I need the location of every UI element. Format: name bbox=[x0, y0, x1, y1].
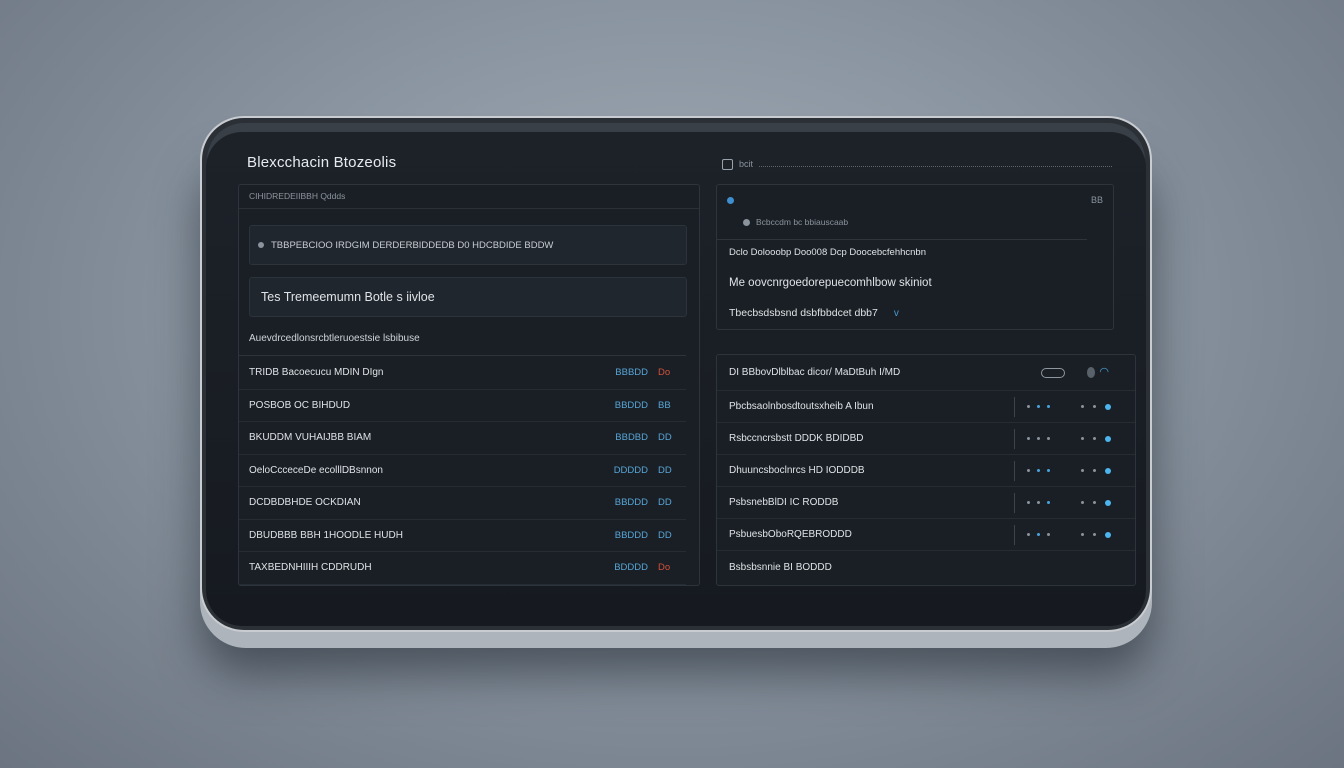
info-badge[interactable]: BB bbox=[1091, 195, 1103, 205]
row-controls[interactable] bbox=[1014, 396, 1111, 417]
tx-name: TAXBEDNHIIIH CDDRUDH bbox=[249, 562, 372, 574]
tx-code: DD bbox=[658, 497, 672, 509]
header-right-text: bcit bbox=[739, 159, 754, 169]
blue-dot-icon bbox=[727, 196, 734, 204]
search-text: TBBPEBCIOO IRDGIM DERDERBIDDEDB D0 HDCBD… bbox=[271, 239, 554, 251]
row-controls[interactable] bbox=[1014, 524, 1111, 545]
info-line-3: Tbecbsdsbsnd dsbfbbdcet dbb7 v bbox=[729, 307, 899, 319]
divider bbox=[1014, 396, 1015, 417]
transaction-input-value: Tes Tremeemumn Botle s iivloe bbox=[261, 290, 435, 304]
node-name: PsbuesbOboRQEBRODDD bbox=[729, 529, 852, 540]
tx-amount: BBDDD bbox=[614, 497, 648, 509]
table-row[interactable]: TRIDB Bacoecucu MDIN DIgn BBBDD Do bbox=[239, 357, 686, 390]
app-screen: Blexcchacin Btozeolis bcit CIHIDREDEIIBB… bbox=[206, 132, 1146, 626]
status-dots-icon bbox=[1027, 437, 1063, 440]
header-right[interactable]: bcit bbox=[722, 158, 1112, 170]
toggle-icon[interactable]: ◠ bbox=[1087, 367, 1109, 379]
info-line-1: Dclo Dolooobp Doo008 Dcp Doocebcfehhcnbn bbox=[729, 247, 926, 258]
node-name: PsbsnebBlDI IC RODDB bbox=[729, 497, 839, 508]
row-controls[interactable] bbox=[1014, 428, 1111, 449]
node-name: Bsbsbsnnie BI BODDD bbox=[729, 561, 832, 573]
status-dots-icon bbox=[1027, 501, 1063, 504]
table-row[interactable]: BKUDDM VUHAIJBB BIAM BBDBD DD bbox=[239, 422, 686, 455]
list-divider bbox=[239, 355, 686, 356]
table-row[interactable]: DBUDBBB BBH 1HOODLE HUDH BBDDD DD bbox=[239, 520, 686, 552]
list-item[interactable]: Rsbccncrsbstt DDDK BDIDBD bbox=[717, 423, 1135, 455]
table-row[interactable]: TAXBEDNHIIIH CDDRUDH BDDDD Do bbox=[239, 552, 686, 585]
tx-name: TRIDB Bacoecucu MDIN DIgn bbox=[249, 367, 384, 379]
list-item[interactable]: Bsbsbsnnie BI BODDD bbox=[717, 551, 1135, 583]
status-indicator bbox=[1081, 403, 1111, 410]
divider bbox=[1014, 524, 1015, 545]
list-item[interactable]: Pbcbsaolnbosdtoutsxheib A Ibun bbox=[717, 391, 1135, 423]
tx-code: DD bbox=[658, 432, 672, 444]
transaction-input[interactable]: Tes Tremeemumn Botle s iivloe bbox=[249, 277, 687, 317]
info-panel-top: BB bbox=[727, 195, 1103, 205]
link-icon[interactable] bbox=[1041, 367, 1065, 378]
section-label: Auevdrcedlonsrcbtleruoestsie lsbibuse bbox=[249, 333, 420, 344]
row-controls[interactable] bbox=[1014, 492, 1111, 513]
app-title: Blexcchacin Btozeolis bbox=[247, 154, 397, 171]
status-indicator bbox=[1081, 499, 1111, 506]
info-divider bbox=[717, 239, 1087, 240]
tx-amount: BBDBD bbox=[615, 432, 648, 444]
tx-name: DBUDBBB BBH 1HOODLE HUDH bbox=[249, 529, 403, 541]
info-line-2: Me oovcnrgoedorepuecomhlbow skiniot bbox=[729, 277, 932, 289]
info-panel: BB Bcbccdm bc bbiauscaab Dclo Dolooobp D… bbox=[716, 184, 1114, 330]
info-subtitle-text: Bcbccdm bc bbiauscaab bbox=[756, 217, 849, 227]
dot-icon bbox=[743, 218, 750, 226]
header-divider bbox=[759, 161, 1112, 167]
node-header-icons: ◠ bbox=[1041, 367, 1109, 379]
tx-amount: BDDDD bbox=[614, 562, 648, 574]
tx-name: POSBOB OC BIHDUD bbox=[249, 399, 351, 411]
node-panel: DI BBbovDlblbac dicor/ MaDtBuh I/MD ◠ Pb… bbox=[716, 354, 1136, 586]
list-item[interactable]: PsbsnebBlDI IC RODDB bbox=[717, 487, 1135, 519]
tx-code: DD bbox=[658, 529, 672, 541]
transactions-panel: CIHIDREDEIIBBH Qddds TBBPEBCIOO IRDGIM D… bbox=[238, 184, 700, 586]
divider bbox=[1014, 460, 1015, 481]
info-subtitle: Bcbccdm bc bbiauscaab bbox=[743, 217, 848, 227]
tx-code: Do bbox=[658, 367, 671, 379]
toggle-knob bbox=[1087, 367, 1096, 378]
table-row[interactable]: POSBOB OC BIHDUD BBDDD BB bbox=[239, 390, 686, 422]
status-dots-icon bbox=[1027, 405, 1063, 408]
tx-code: BB bbox=[658, 399, 671, 411]
search-input[interactable]: TBBPEBCIOO IRDGIM DERDERBIDDEDB D0 HDCBD… bbox=[249, 225, 687, 265]
tx-code: Do bbox=[658, 562, 671, 574]
tx-name: DCDBDBHDE OCKDIAN bbox=[249, 497, 361, 509]
chevron-down-icon[interactable]: v bbox=[894, 308, 899, 319]
row-controls[interactable] bbox=[1014, 460, 1111, 481]
divider bbox=[1014, 492, 1015, 513]
status-indicator bbox=[1081, 467, 1111, 474]
status-indicator bbox=[1081, 435, 1111, 442]
table-row[interactable]: OeloCcceceDe ecolllDBsnnon DDDDD DD bbox=[239, 455, 686, 487]
node-header-label: DI BBbovDlblbac dicor/ MaDtBuh I/MD bbox=[729, 367, 901, 378]
list-item[interactable]: Dhuuncsboclnrcs HD IODDDB bbox=[717, 455, 1135, 487]
tx-amount: BBDDD bbox=[614, 529, 648, 541]
square-icon[interactable] bbox=[722, 158, 733, 170]
list-item[interactable]: PsbuesbOboRQEBRODDD bbox=[717, 519, 1135, 551]
divider bbox=[1014, 428, 1015, 449]
table-row[interactable]: DCDBDBHDE OCKDIAN BBDDD DD bbox=[239, 487, 686, 520]
node-name: Pbcbsaolnbosdtoutsxheib A Ibun bbox=[729, 401, 874, 412]
status-dots-icon bbox=[1027, 533, 1063, 536]
tx-name: OeloCcceceDe ecolllDBsnnon bbox=[249, 464, 383, 476]
tx-amount: DDDDD bbox=[613, 464, 648, 476]
signal-icon: ◠ bbox=[1099, 366, 1109, 378]
status-dots-icon bbox=[1027, 469, 1063, 472]
status-indicator bbox=[1081, 531, 1111, 538]
tx-name: BKUDDM VUHAIJBB BIAM bbox=[249, 432, 372, 444]
dot-icon bbox=[258, 242, 264, 248]
tx-code: DD bbox=[658, 464, 672, 476]
tx-amount: BBDDD bbox=[614, 399, 648, 411]
transaction-list: TRIDB Bacoecucu MDIN DIgn BBBDD Do POSBO… bbox=[239, 357, 686, 585]
node-header-row: DI BBbovDlblbac dicor/ MaDtBuh I/MD ◠ bbox=[717, 355, 1135, 391]
panel-header: CIHIDREDEIIBBH Qddds bbox=[239, 185, 699, 209]
info-line-3-text: Tbecbsdsbsnd dsbfbbdcet dbb7 bbox=[729, 307, 878, 319]
node-name: Dhuuncsboclnrcs HD IODDDB bbox=[729, 465, 865, 476]
node-name: Rsbccncrsbstt DDDK BDIDBD bbox=[729, 433, 864, 444]
tx-amount: BBBDD bbox=[615, 367, 648, 379]
